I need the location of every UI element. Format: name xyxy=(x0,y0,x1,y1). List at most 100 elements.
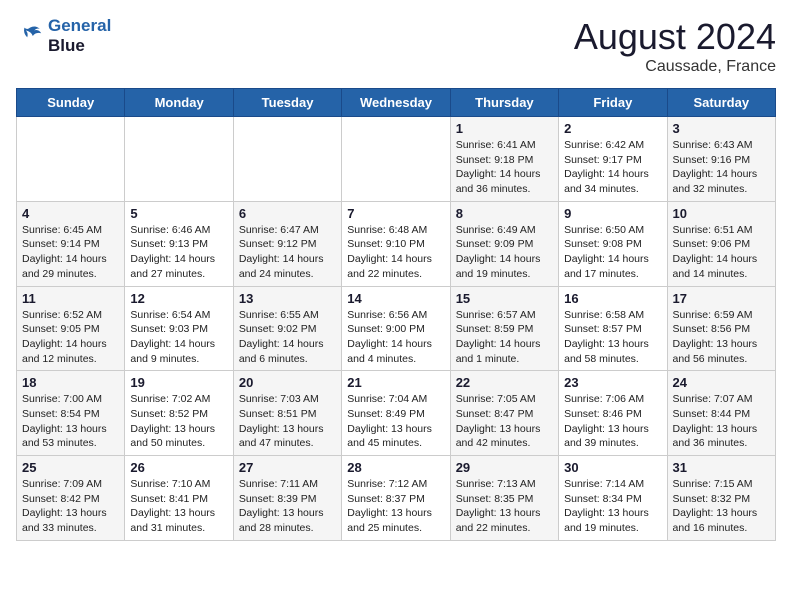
day-info: Sunrise: 6:54 AM Sunset: 9:03 PM Dayligh… xyxy=(130,308,227,367)
day-number: 29 xyxy=(456,460,553,475)
day-number: 2 xyxy=(564,121,661,136)
calendar-cell xyxy=(125,117,233,202)
logo-text: General Blue xyxy=(48,16,111,57)
day-number: 17 xyxy=(673,291,770,306)
calendar-cell: 7 Sunrise: 6:48 AM Sunset: 9:10 PM Daylig… xyxy=(342,201,450,286)
day-info: Sunrise: 6:55 AM Sunset: 9:02 PM Dayligh… xyxy=(239,308,336,367)
day-number: 8 xyxy=(456,206,553,221)
day-info: Sunrise: 7:12 AM Sunset: 8:37 PM Dayligh… xyxy=(347,477,444,536)
day-info: Sunrise: 7:10 AM Sunset: 8:41 PM Dayligh… xyxy=(130,477,227,536)
calendar-cell: 27Sunrise: 7:11 AM Sunset: 8:39 PM Dayli… xyxy=(233,456,341,541)
day-info: Sunrise: 7:11 AM Sunset: 8:39 PM Dayligh… xyxy=(239,477,336,536)
calendar-week-3: 11 Sunrise: 6:52 AM Sunset: 9:05 PM Dayli… xyxy=(17,286,776,371)
calendar-cell: 13 Sunrise: 6:55 AM Sunset: 9:02 PM Dayli… xyxy=(233,286,341,371)
day-info: Sunrise: 7:05 AM Sunset: 8:47 PM Dayligh… xyxy=(456,392,553,451)
calendar-header: SundayMondayTuesdayWednesdayThursdayFrid… xyxy=(17,89,776,117)
calendar-table: SundayMondayTuesdayWednesdayThursdayFrid… xyxy=(16,88,776,541)
day-info: Sunrise: 6:49 AM Sunset: 9:09 PM Dayligh… xyxy=(456,223,553,282)
day-number: 21 xyxy=(347,375,444,390)
day-number: 14 xyxy=(347,291,444,306)
calendar-cell: 14 Sunrise: 6:56 AM Sunset: 9:00 PM Dayli… xyxy=(342,286,450,371)
day-number: 3 xyxy=(673,121,770,136)
title-block: August 2024 Caussade, France xyxy=(574,16,776,76)
day-number: 25 xyxy=(22,460,119,475)
day-info: Sunrise: 7:15 AM Sunset: 8:32 PM Dayligh… xyxy=(673,477,770,536)
day-number: 1 xyxy=(456,121,553,136)
calendar-cell: 30 Sunrise: 7:14 AM Sunset: 8:34 PM Dayli… xyxy=(559,456,667,541)
calendar-week-1: 1 Sunrise: 6:41 AM Sunset: 9:18 PM Daylig… xyxy=(17,117,776,202)
calendar-cell: 11 Sunrise: 6:52 AM Sunset: 9:05 PM Dayli… xyxy=(17,286,125,371)
day-info: Sunrise: 6:41 AM Sunset: 9:18 PM Dayligh… xyxy=(456,138,553,197)
calendar-cell: 5 Sunrise: 6:46 AM Sunset: 9:13 PM Daylig… xyxy=(125,201,233,286)
day-number: 11 xyxy=(22,291,119,306)
weekday-header-wednesday: Wednesday xyxy=(342,89,450,117)
day-info: Sunrise: 7:06 AM Sunset: 8:46 PM Dayligh… xyxy=(564,392,661,451)
day-number: 13 xyxy=(239,291,336,306)
calendar-body: 1 Sunrise: 6:41 AM Sunset: 9:18 PM Daylig… xyxy=(17,117,776,541)
day-number: 12 xyxy=(130,291,227,306)
weekday-header-tuesday: Tuesday xyxy=(233,89,341,117)
day-info: Sunrise: 6:48 AM Sunset: 9:10 PM Dayligh… xyxy=(347,223,444,282)
day-number: 15 xyxy=(456,291,553,306)
day-info: Sunrise: 6:50 AM Sunset: 9:08 PM Dayligh… xyxy=(564,223,661,282)
day-number: 19 xyxy=(130,375,227,390)
day-number: 6 xyxy=(239,206,336,221)
day-info: Sunrise: 7:02 AM Sunset: 8:52 PM Dayligh… xyxy=(130,392,227,451)
day-number: 20 xyxy=(239,375,336,390)
day-number: 30 xyxy=(564,460,661,475)
calendar-cell xyxy=(17,117,125,202)
day-info: Sunrise: 6:56 AM Sunset: 9:00 PM Dayligh… xyxy=(347,308,444,367)
day-number: 7 xyxy=(347,206,444,221)
calendar-cell: 25 Sunrise: 7:09 AM Sunset: 8:42 PM Dayli… xyxy=(17,456,125,541)
weekday-header-saturday: Saturday xyxy=(667,89,775,117)
weekday-header-friday: Friday xyxy=(559,89,667,117)
day-number: 4 xyxy=(22,206,119,221)
day-info: Sunrise: 6:42 AM Sunset: 9:17 PM Dayligh… xyxy=(564,138,661,197)
calendar-cell: 1 Sunrise: 6:41 AM Sunset: 9:18 PM Daylig… xyxy=(450,117,558,202)
day-number: 23 xyxy=(564,375,661,390)
day-info: Sunrise: 7:09 AM Sunset: 8:42 PM Dayligh… xyxy=(22,477,119,536)
day-number: 5 xyxy=(130,206,227,221)
calendar-cell: 29Sunrise: 7:13 AM Sunset: 8:35 PM Dayli… xyxy=(450,456,558,541)
day-info: Sunrise: 6:57 AM Sunset: 8:59 PM Dayligh… xyxy=(456,308,553,367)
calendar-cell xyxy=(233,117,341,202)
day-number: 18 xyxy=(22,375,119,390)
weekday-header-sunday: Sunday xyxy=(17,89,125,117)
page-header: General Blue August 2024 Caussade, Franc… xyxy=(16,16,776,76)
calendar-cell: 26 Sunrise: 7:10 AM Sunset: 8:41 PM Dayli… xyxy=(125,456,233,541)
calendar-cell: 28 Sunrise: 7:12 AM Sunset: 8:37 PM Dayli… xyxy=(342,456,450,541)
day-number: 24 xyxy=(673,375,770,390)
weekday-header-monday: Monday xyxy=(125,89,233,117)
calendar-cell: 21 Sunrise: 7:04 AM Sunset: 8:49 PM Dayli… xyxy=(342,371,450,456)
day-info: Sunrise: 7:00 AM Sunset: 8:54 PM Dayligh… xyxy=(22,392,119,451)
calendar-cell: 20 Sunrise: 7:03 AM Sunset: 8:51 PM Dayli… xyxy=(233,371,341,456)
logo: General Blue xyxy=(16,16,111,57)
day-number: 10 xyxy=(673,206,770,221)
day-info: Sunrise: 6:47 AM Sunset: 9:12 PM Dayligh… xyxy=(239,223,336,282)
day-number: 26 xyxy=(130,460,227,475)
weekday-header-thursday: Thursday xyxy=(450,89,558,117)
day-info: Sunrise: 7:14 AM Sunset: 8:34 PM Dayligh… xyxy=(564,477,661,536)
day-number: 31 xyxy=(673,460,770,475)
day-number: 28 xyxy=(347,460,444,475)
month-year: August 2024 xyxy=(574,16,776,58)
calendar-cell: 4Sunrise: 6:45 AM Sunset: 9:14 PM Daylig… xyxy=(17,201,125,286)
day-info: Sunrise: 6:46 AM Sunset: 9:13 PM Dayligh… xyxy=(130,223,227,282)
calendar-cell: 15 Sunrise: 6:57 AM Sunset: 8:59 PM Dayli… xyxy=(450,286,558,371)
calendar-cell xyxy=(342,117,450,202)
calendar-cell: 3Sunrise: 6:43 AM Sunset: 9:16 PM Daylig… xyxy=(667,117,775,202)
calendar-cell: 23 Sunrise: 7:06 AM Sunset: 8:46 PM Dayli… xyxy=(559,371,667,456)
day-info: Sunrise: 7:03 AM Sunset: 8:51 PM Dayligh… xyxy=(239,392,336,451)
day-info: Sunrise: 7:07 AM Sunset: 8:44 PM Dayligh… xyxy=(673,392,770,451)
calendar-cell: 17Sunrise: 6:59 AM Sunset: 8:56 PM Dayli… xyxy=(667,286,775,371)
day-info: Sunrise: 6:52 AM Sunset: 9:05 PM Dayligh… xyxy=(22,308,119,367)
weekday-header-row: SundayMondayTuesdayWednesdayThursdayFrid… xyxy=(17,89,776,117)
day-info: Sunrise: 7:04 AM Sunset: 8:49 PM Dayligh… xyxy=(347,392,444,451)
calendar-cell: 9Sunrise: 6:50 AM Sunset: 9:08 PM Daylig… xyxy=(559,201,667,286)
calendar-week-5: 25 Sunrise: 7:09 AM Sunset: 8:42 PM Dayli… xyxy=(17,456,776,541)
calendar-cell: 19 Sunrise: 7:02 AM Sunset: 8:52 PM Dayli… xyxy=(125,371,233,456)
calendar-cell: 31 Sunrise: 7:15 AM Sunset: 8:32 PM Dayli… xyxy=(667,456,775,541)
day-number: 22 xyxy=(456,375,553,390)
calendar-cell: 24 Sunrise: 7:07 AM Sunset: 8:44 PM Dayli… xyxy=(667,371,775,456)
location: Caussade, France xyxy=(574,58,776,76)
